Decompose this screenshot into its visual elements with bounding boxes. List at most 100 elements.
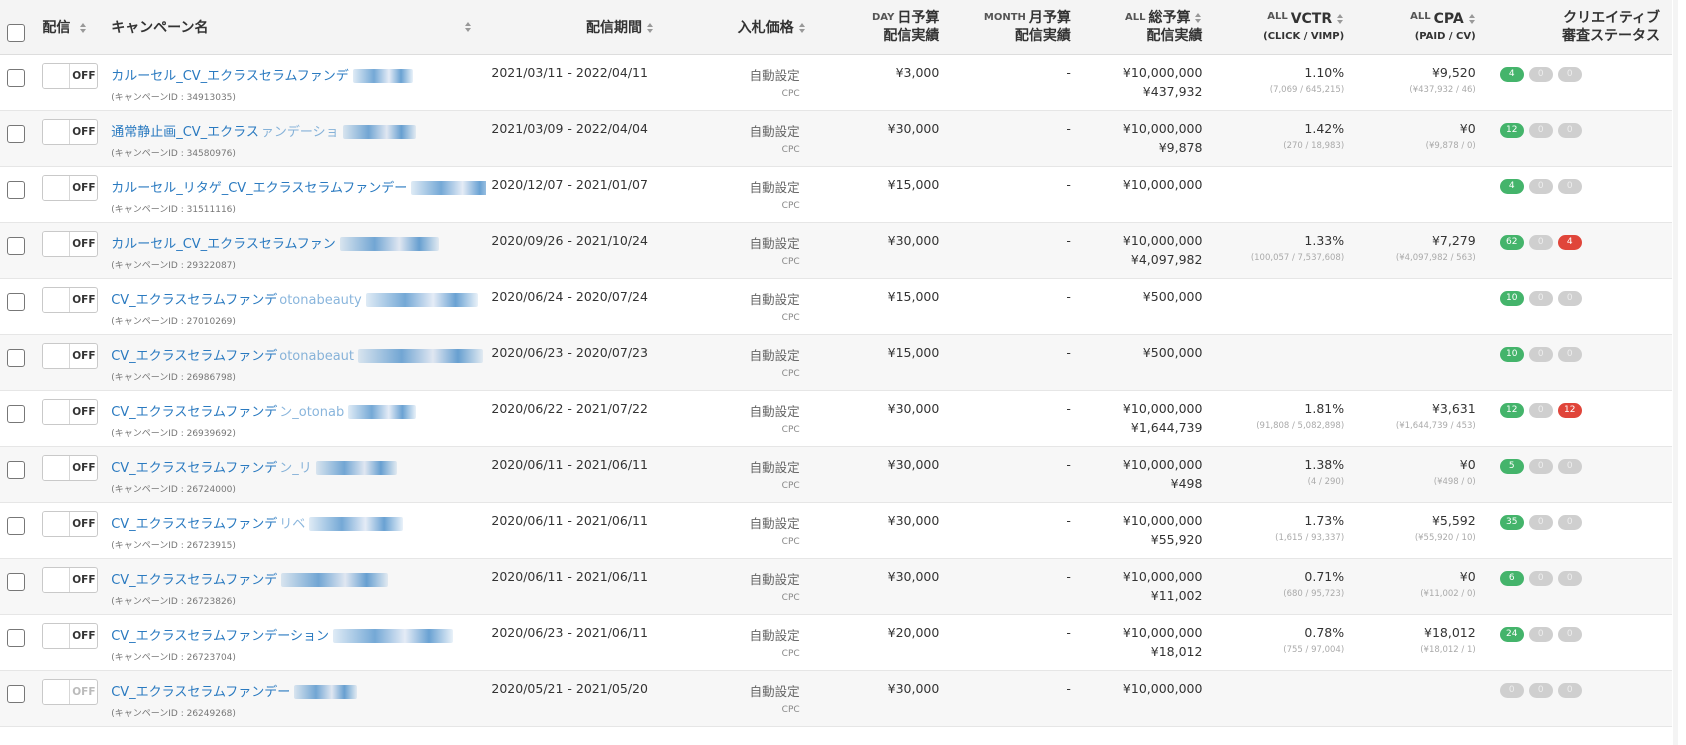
sort-icon[interactable] [646, 22, 654, 34]
header-delivery[interactable]: 配信 [32, 0, 102, 55]
status-badge[interactable]: 0 [1557, 66, 1582, 82]
status-badge[interactable]: 6 [1499, 570, 1524, 586]
vctr-value: 1.33% [1304, 232, 1345, 248]
total-budget-value: ¥10,000,000 [1122, 232, 1203, 248]
status-badge[interactable]: 4 [1557, 234, 1582, 250]
status-badge[interactable]: 0 [1528, 402, 1553, 418]
status-badge[interactable]: 12 [1499, 122, 1524, 138]
delivery-toggle[interactable]: OFF [42, 342, 99, 369]
status-badge[interactable]: 0 [1528, 514, 1553, 530]
sort-icon[interactable] [1336, 13, 1344, 25]
status-badge[interactable]: 4 [1499, 178, 1524, 194]
select-all-checkbox[interactable] [7, 23, 26, 42]
campaign-name-link[interactable]: CV_エクラスセラムファンデ otonabeauty [111, 289, 486, 308]
row-checkbox[interactable] [7, 404, 26, 423]
status-badge[interactable]: 0 [1557, 178, 1582, 194]
row-checkbox[interactable] [7, 572, 26, 591]
status-badge[interactable]: 0 [1557, 122, 1582, 138]
status-badge[interactable]: 0 [1557, 626, 1582, 642]
status-badge[interactable]: 0 [1528, 570, 1553, 586]
delivery-toggle[interactable]: OFF [42, 622, 99, 649]
delivery-toggle[interactable]: OFF [42, 678, 99, 705]
status-badge[interactable]: 0 [1557, 514, 1582, 530]
row-checkbox[interactable] [7, 348, 26, 367]
row-checkbox[interactable] [7, 516, 26, 535]
row-checkbox[interactable] [7, 628, 26, 647]
status-badge[interactable]: 0 [1528, 290, 1553, 306]
delivery-toggle[interactable]: OFF [42, 454, 99, 481]
bid-type: CPC [781, 88, 800, 99]
delivery-toggle[interactable]: OFF [42, 62, 99, 89]
status-badge[interactable]: 10 [1499, 290, 1524, 306]
bid-value: 自動設定 [749, 627, 800, 643]
campaign-name-link[interactable]: CV_エクラスセラムファンデ ン_リ [111, 457, 486, 476]
campaign-name-link[interactable]: CV_エクラスセラムファンデー [111, 681, 486, 700]
delivery-toggle[interactable]: OFF [42, 566, 99, 593]
campaign-name-link[interactable]: カルーセル_リタゲ_CV_エクラスセラムファンデー [111, 177, 486, 196]
delivery-toggle[interactable]: OFF [42, 230, 99, 257]
status-badge[interactable]: 0 [1528, 66, 1553, 82]
campaign-name-link[interactable]: カルーセル_CV_エクラスセラムファンデ [111, 65, 486, 84]
sort-icon[interactable] [1468, 13, 1476, 25]
campaign-name-link[interactable]: カルーセル_CV_エクラスセラムファン [111, 233, 486, 252]
row-checkbox[interactable] [7, 180, 26, 199]
row-checkbox[interactable] [7, 68, 26, 87]
row-checkbox[interactable] [7, 460, 26, 479]
creative-status-badges: 400 [1488, 178, 1672, 194]
delivery-toggle[interactable]: OFF [42, 118, 99, 145]
header-total-prefix: ALL [1124, 11, 1146, 23]
header-bid[interactable]: 入札価格 [667, 0, 812, 55]
header-cpa[interactable]: ALL CPA (PAID / CV) [1356, 0, 1488, 55]
bid-value: 自動設定 [749, 235, 800, 251]
vertical-scrollbar[interactable] [1673, 0, 1678, 745]
campaign-name-link[interactable]: CV_エクラスセラムファンデ ン_otonab [111, 401, 486, 420]
sort-icon[interactable] [798, 22, 806, 34]
campaign-name-link[interactable]: CV_エクラスセラムファンデ リベ [111, 513, 486, 532]
status-badge[interactable]: 62 [1499, 234, 1524, 250]
status-badge[interactable]: 0 [1528, 626, 1553, 642]
status-badge[interactable]: 12 [1557, 402, 1582, 418]
redacted-blur [294, 685, 358, 699]
header-vctr[interactable]: ALL VCTR (CLICK / VIMP) [1214, 0, 1357, 55]
status-badge[interactable]: 5 [1499, 458, 1524, 474]
status-badge[interactable]: 0 [1528, 122, 1553, 138]
header-campaign-name[interactable]: キャンペーン名 [101, 0, 486, 55]
delivery-toggle[interactable]: OFF [42, 510, 99, 537]
status-badge[interactable]: 0 [1499, 682, 1524, 698]
status-badge[interactable]: 0 [1557, 458, 1582, 474]
sort-icon[interactable] [464, 21, 472, 33]
row-checkbox[interactable] [7, 124, 26, 143]
cpa-cell: ¥0 (¥9,878 / 0) [1356, 110, 1488, 167]
month-budget-value: - [1066, 288, 1071, 304]
status-badge[interactable]: 0 [1528, 682, 1553, 698]
row-checkbox[interactable] [7, 292, 26, 311]
status-badge[interactable]: 0 [1528, 234, 1553, 250]
status-badge[interactable]: 0 [1528, 458, 1553, 474]
status-badge[interactable]: 0 [1557, 346, 1582, 362]
month-budget-cell: - [951, 670, 1083, 727]
creative-status-badges: 500 [1488, 458, 1672, 474]
status-badge[interactable]: 0 [1557, 682, 1582, 698]
header-period[interactable]: 配信期間 [485, 0, 668, 55]
campaign-name-link[interactable]: CV_エクラスセラムファンデーション [111, 625, 486, 644]
campaign-name-link[interactable]: CV_エクラスセラムファンデ otonabeaut [111, 345, 486, 364]
status-badge[interactable]: 24 [1499, 626, 1524, 642]
status-badge[interactable]: 0 [1557, 290, 1582, 306]
status-badge[interactable]: 12 [1499, 402, 1524, 418]
status-badge[interactable]: 10 [1499, 346, 1524, 362]
delivery-toggle[interactable]: OFF [42, 286, 99, 313]
campaign-name-link[interactable]: 通常静止画_CV_エクラス ァンデーショ [111, 121, 486, 140]
status-badge[interactable]: 0 [1557, 570, 1582, 586]
row-checkbox[interactable] [7, 684, 26, 703]
delivery-toggle[interactable]: OFF [42, 398, 99, 425]
row-checkbox[interactable] [7, 236, 26, 255]
sort-icon[interactable] [79, 22, 87, 34]
campaign-name-link[interactable]: CV_エクラスセラムファンデ [111, 569, 486, 588]
status-badge[interactable]: 0 [1528, 346, 1553, 362]
sort-icon[interactable] [1194, 12, 1202, 24]
status-badge[interactable]: 4 [1499, 66, 1524, 82]
status-badge[interactable]: 35 [1499, 514, 1524, 530]
header-total-budget[interactable]: ALL 総予算 配信実績 [1082, 0, 1215, 55]
status-badge[interactable]: 0 [1528, 178, 1553, 194]
delivery-toggle[interactable]: OFF [42, 174, 99, 201]
